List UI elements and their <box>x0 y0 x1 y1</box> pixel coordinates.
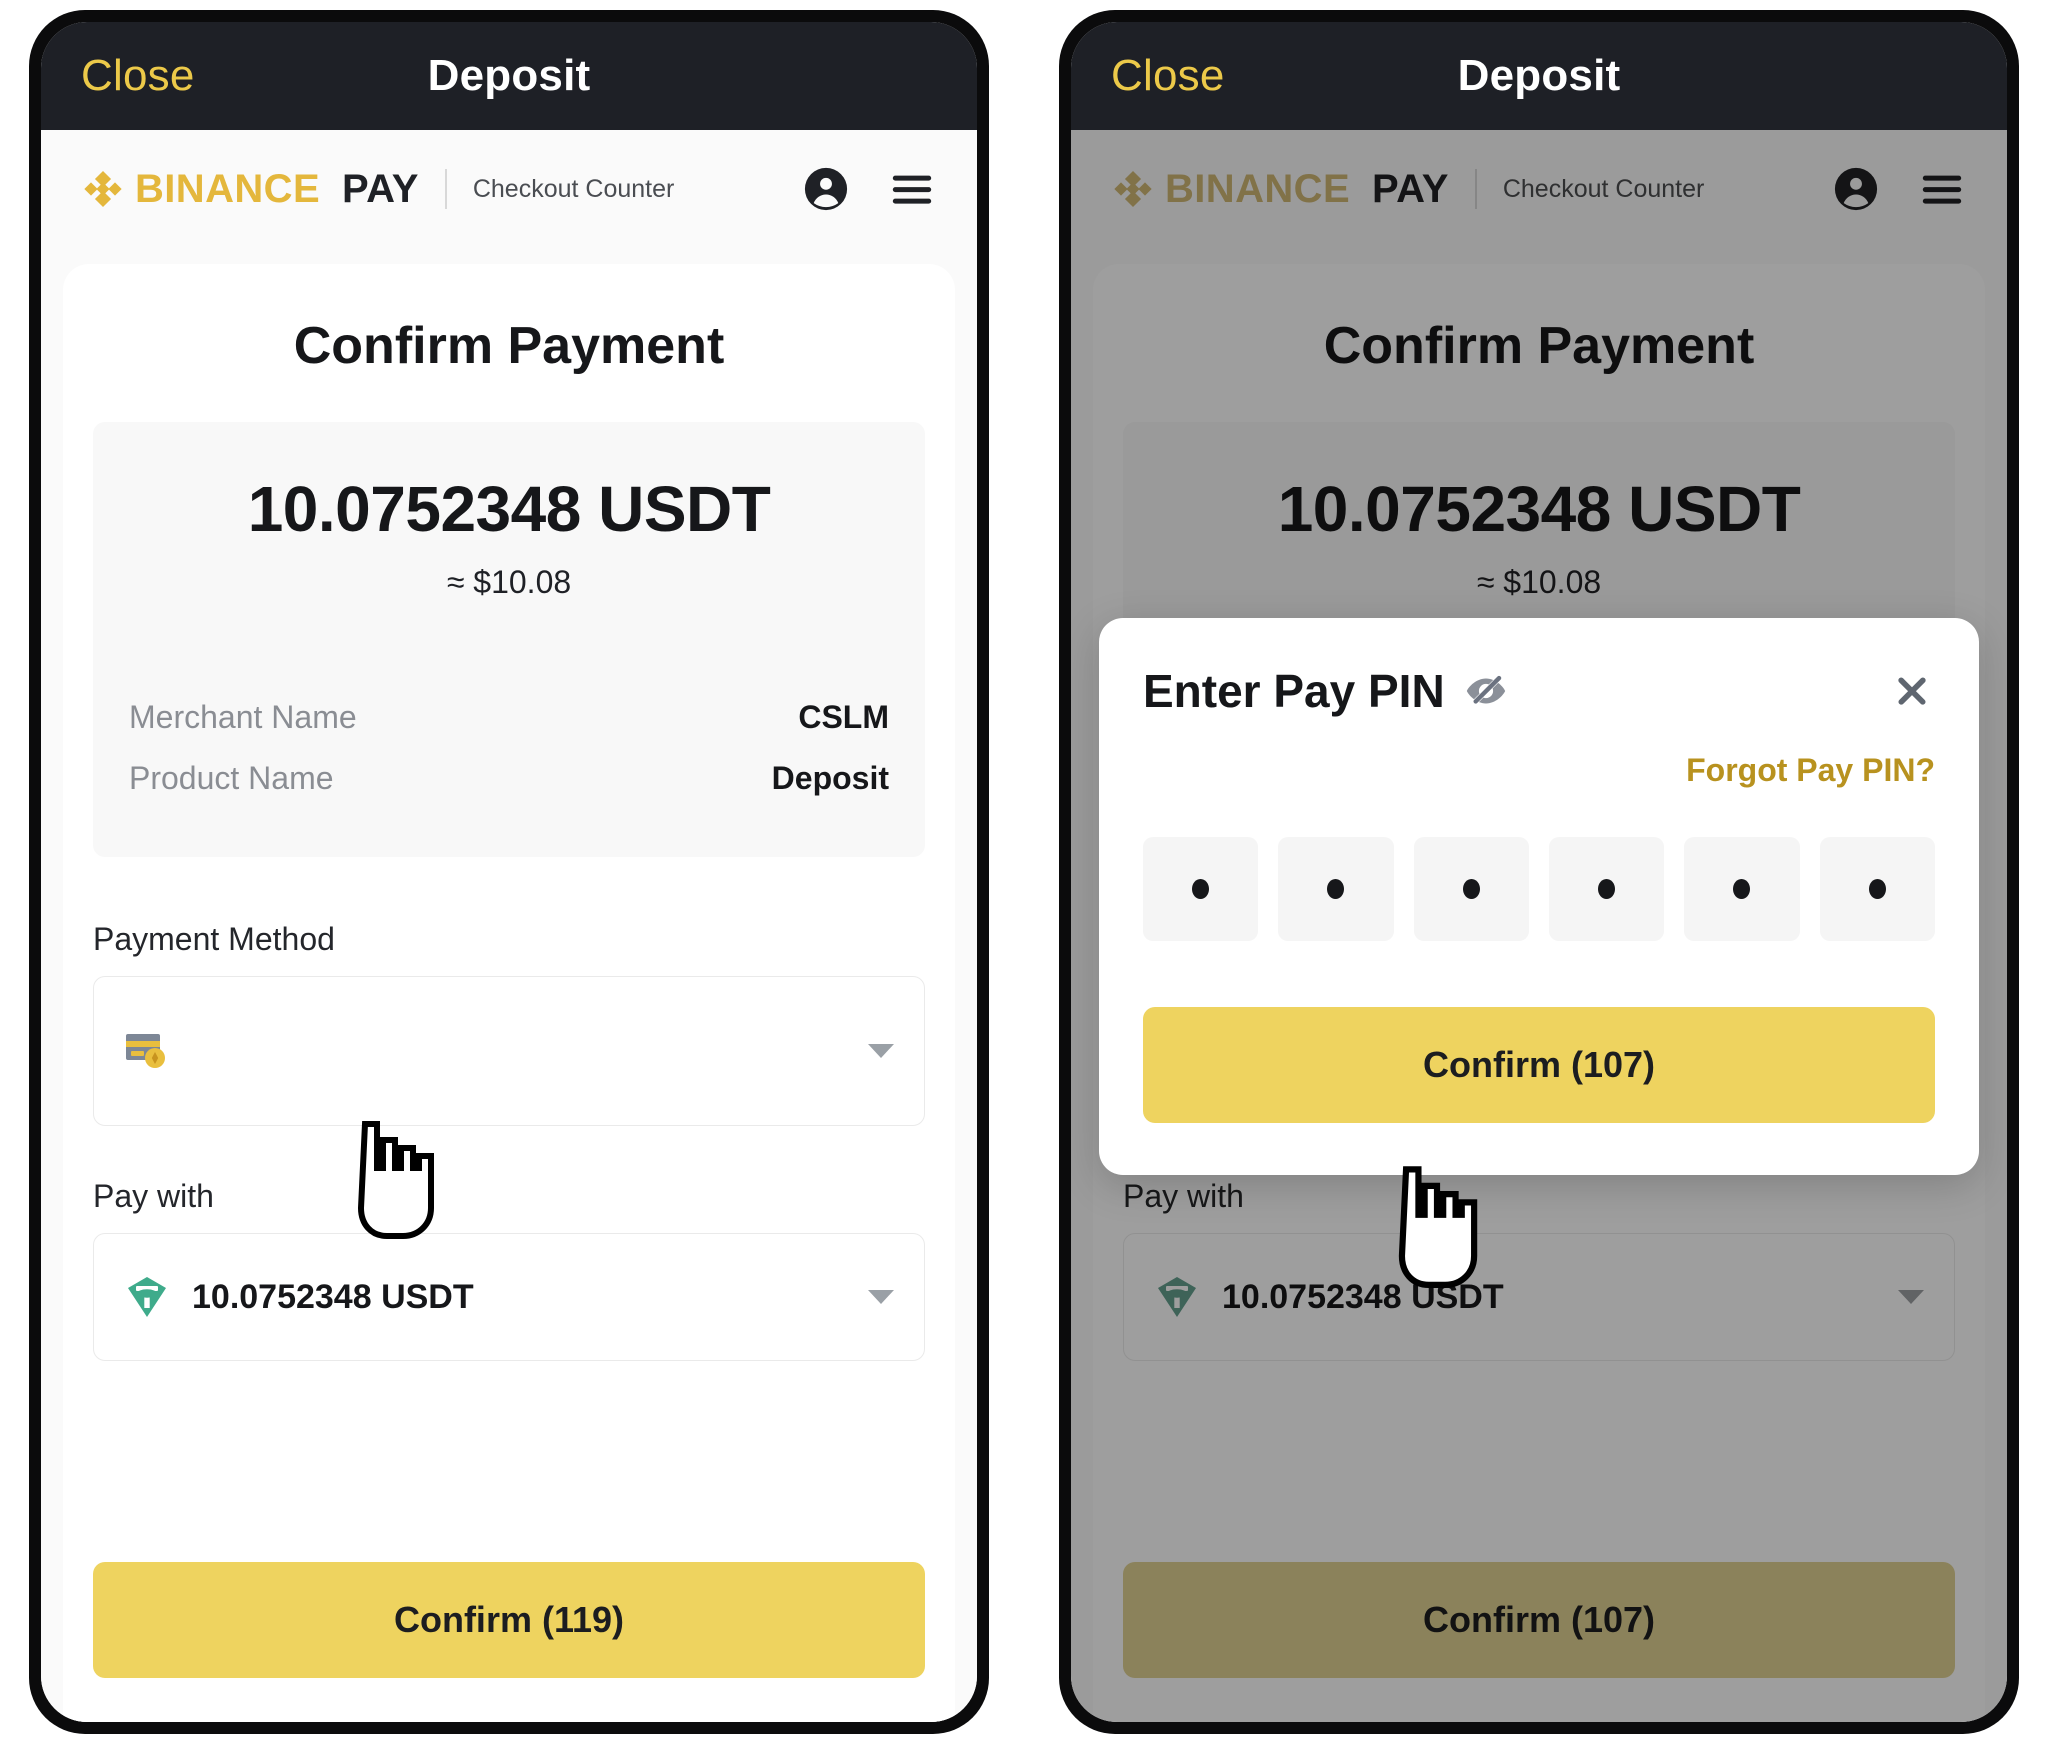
hamburger-menu-icon[interactable] <box>1919 166 1965 212</box>
detail-row-product: Product Name Deposit <box>129 748 889 809</box>
account-circle-icon[interactable] <box>1833 166 1879 212</box>
pin-dot <box>1327 879 1345 899</box>
top-navbar: Close Deposit <box>41 22 977 130</box>
product-name-label: Product Name <box>129 760 334 796</box>
binance-diamond-icon <box>84 170 122 208</box>
pin-digit-4[interactable] <box>1548 837 1665 941</box>
brand-pay-text: PAY <box>1372 166 1449 211</box>
phone-screen-right: Close Deposit BINANCE PAY Checkout Count… <box>1071 22 2007 1722</box>
binance-pay-logo: BINANCE PAY <box>1113 167 1449 212</box>
account-circle-icon[interactable] <box>803 166 849 212</box>
amount-crypto: 10.0752348 USDT <box>247 473 771 545</box>
pin-dot <box>1733 879 1751 899</box>
binance-diamond-icon <box>1114 170 1152 208</box>
detail-row-merchant: Merchant Name CSLM <box>129 687 889 748</box>
close-button[interactable]: Close <box>1111 51 1225 101</box>
brand-actions <box>1833 166 1965 212</box>
brand-pay-text: PAY <box>342 166 419 211</box>
forgot-pay-pin-link[interactable]: Forgot Pay PIN? <box>1143 752 1935 789</box>
pay-with-select[interactable]: 10.0752348 USDT <box>93 1233 925 1361</box>
brand-divider <box>444 169 447 209</box>
checkout-card: Confirm Payment 10.0752348 USDT ≈ $10.08… <box>63 264 955 1722</box>
pay-with-label: Pay with <box>1123 1178 1244 1214</box>
pin-digit-3[interactable] <box>1413 837 1529 941</box>
confirm-button[interactable]: Confirm (119) <box>93 1562 925 1678</box>
screenshot-stage: Close Deposit BINANCE PAY Checkout Count… <box>0 0 2048 1744</box>
order-details: Merchant Name CSLM Product Name Deposit <box>129 687 889 809</box>
chevron-down-icon[interactable] <box>868 1044 894 1058</box>
payment-summary: 10.0752348 USDT ≈ $10.08 Merchant Name C… <box>93 422 925 857</box>
brand-actions <box>803 166 935 212</box>
credit-card-coin-icon <box>126 1034 165 1068</box>
brand-header: BINANCE PAY Checkout Counter <box>1071 130 2007 248</box>
confirm-payment-title: Confirm Payment <box>293 317 725 375</box>
pin-confirm-wrap: Confirm (107) <box>1143 1007 1935 1123</box>
pay-with-value: 10.0752348 USDT <box>1222 1277 1504 1316</box>
phone-left: Close Deposit BINANCE PAY Checkout Count… <box>29 10 989 1734</box>
top-navbar: Close Deposit <box>1071 22 2007 130</box>
hamburger-menu-icon[interactable] <box>889 166 935 212</box>
chevron-down-icon[interactable] <box>868 1290 894 1304</box>
confirm-cta-wrap: Confirm (119) <box>63 1562 955 1678</box>
pay-with-value: 10.0752348 USDT <box>192 1277 474 1316</box>
confirm-cta-wrap: Confirm (107) <box>1093 1562 1985 1678</box>
close-button[interactable]: Close <box>81 51 195 101</box>
merchant-name-value: CSLM <box>798 699 889 735</box>
pin-confirm-button[interactable]: Confirm (107) <box>1143 1007 1935 1123</box>
pin-digit-6[interactable] <box>1819 837 1935 941</box>
checkout-counter-label: Checkout Counter <box>472 174 675 203</box>
checkout-counter-label: Checkout Counter <box>1502 174 1705 203</box>
tether-usdt-icon <box>1158 1277 1196 1317</box>
pin-modal-header: Enter Pay PIN <box>1143 664 1935 718</box>
confirm-button[interactable]: Confirm (107) <box>1123 1562 1955 1678</box>
field-section: Payment Method <box>63 921 955 1361</box>
phone-screen-left: Close Deposit BINANCE PAY Checkout Count… <box>41 22 977 1722</box>
field-spacer <box>93 1126 925 1178</box>
brand-divider <box>1474 169 1477 209</box>
pin-dot <box>1868 879 1886 899</box>
pin-modal-title: Enter Pay PIN <box>1143 665 1445 717</box>
amount-fiat: ≈ $10.08 <box>446 564 572 600</box>
eye-off-icon[interactable] <box>1463 668 1509 714</box>
pin-digit-2[interactable] <box>1278 837 1394 941</box>
pin-dot <box>1192 879 1210 899</box>
pin-digit-5[interactable] <box>1684 837 1800 941</box>
brand-binance-text: BINANCE <box>1165 166 1351 211</box>
pay-with-select[interactable]: 10.0752348 USDT <box>1123 1233 1955 1361</box>
pin-dot <box>1462 879 1480 899</box>
enter-pay-pin-modal: Enter Pay PIN Forgot Pay PIN? Confirm (1… <box>1099 618 1979 1175</box>
confirm-payment-title: Confirm Payment <box>1323 317 1755 375</box>
pin-dot <box>1598 879 1616 899</box>
payment-method-label: Payment Method <box>93 921 335 957</box>
pay-with-label: Pay with <box>93 1178 214 1214</box>
brand-binance-text: BINANCE <box>135 166 321 211</box>
product-name-value: Deposit <box>771 760 889 796</box>
checkout-page: BINANCE PAY Checkout Counter Confirm Pay… <box>41 130 977 1722</box>
phone-right: Close Deposit BINANCE PAY Checkout Count… <box>1059 10 2019 1734</box>
merchant-name-label: Merchant Name <box>129 699 357 735</box>
pin-digit-1[interactable] <box>1143 837 1259 941</box>
chevron-down-icon[interactable] <box>1898 1290 1924 1304</box>
payment-method-select[interactable] <box>93 976 925 1126</box>
amount-crypto: 10.0752348 USDT <box>1277 473 1801 545</box>
binance-pay-logo: BINANCE PAY <box>83 167 419 212</box>
tether-usdt-icon <box>128 1277 166 1317</box>
close-x-icon[interactable] <box>1889 668 1935 714</box>
amount-fiat: ≈ $10.08 <box>1476 564 1602 600</box>
pin-input-group <box>1143 837 1935 941</box>
brand-header: BINANCE PAY Checkout Counter <box>41 130 977 248</box>
